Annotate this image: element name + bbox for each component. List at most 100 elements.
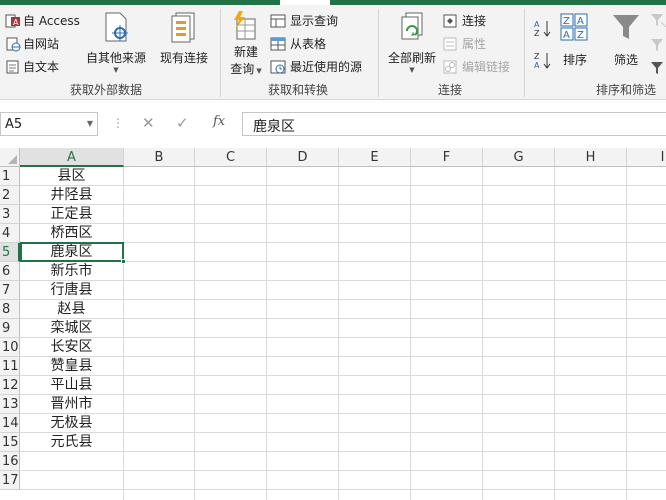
reapply-button[interactable] [650,37,666,53]
cell-a9[interactable]: 栾城区 [20,319,123,338]
connections-label: 连接 [462,14,487,28]
row-header-9[interactable]: 9 [0,319,20,338]
cell-a8[interactable]: 赵县 [20,300,123,319]
row-header-17[interactable]: 17 [0,471,20,490]
new-query-button[interactable]: 新建 查询 ▼ [226,11,266,77]
refresh-all-label: 全部刷新 [387,51,436,65]
row-header-8[interactable]: 8 [0,300,20,319]
from-web-button[interactable]: 自网站 [5,35,59,52]
cell-a6[interactable]: 新乐市 [20,262,123,281]
edit-links-label: 编辑链接 [462,60,511,74]
recent-sources-icon [270,60,286,73]
cell-a11[interactable]: 赞皇县 [20,357,123,376]
svg-text:A: A [534,61,540,69]
filter-icon [613,15,639,39]
ribbon-separator [220,9,221,97]
cell-a14[interactable]: 无极县 [20,414,123,433]
row-header-14[interactable]: 14 [0,414,20,433]
row-header-6[interactable]: 6 [0,262,20,281]
row-header-12[interactable]: 12 [0,376,20,395]
svg-text:Z: Z [534,52,540,61]
column-header-c[interactable]: C [195,148,267,167]
svg-text:Z: Z [534,29,540,37]
row-header-2[interactable]: 2 [0,186,20,205]
column-gridline [626,167,627,500]
column-header-f[interactable]: F [411,148,483,167]
edit-links-icon [443,60,457,73]
insert-function-icon[interactable]: fx [213,114,225,129]
refresh-icon [401,12,423,40]
column-header-e[interactable]: E [339,148,411,167]
sort-button[interactable]: Z A A Z 排序 [558,13,592,68]
cell-a3[interactable]: 正定县 [20,205,123,224]
row-header-7[interactable]: 7 [0,281,20,300]
clear-filter-icon [651,14,666,28]
cell-a1[interactable]: 县区 [20,167,123,186]
sort-dialog-icon: Z A A Z [560,13,588,41]
row-header-1[interactable]: 1 [0,167,20,186]
row-header-13[interactable]: 13 [0,395,20,414]
from-other-sources-button[interactable]: 自其他来源 ▼ [84,11,148,74]
new-query-label-2: 查询 ▼ [230,62,262,76]
name-box[interactable]: A5 ▼ [0,112,98,136]
column-header-i[interactable]: I [627,148,666,167]
cell-a4[interactable]: 桥西区 [20,224,123,243]
refresh-all-button[interactable]: 全部刷新 ▼ [384,11,440,74]
cell-a15[interactable]: 元氏县 [20,433,123,452]
cell-a10[interactable]: 长安区 [20,338,123,357]
cancel-icon[interactable]: ✕ [142,114,155,132]
cell-a17[interactable] [20,471,123,490]
row-header-10[interactable]: 10 [0,338,20,357]
show-queries-label: 显示查询 [290,14,339,28]
properties-label: 属性 [462,37,487,51]
cell-a13[interactable]: 晋州市 [20,395,123,414]
connections-button[interactable]: 连接 [442,12,486,29]
from-table-button[interactable]: 从表格 [270,35,326,52]
worksheet-grid[interactable]: ABCDEFGHI 1 2 3 4 5 6 7 8 9 10 11 12 13 14 15 16 17 县区 井陉… [0,148,666,500]
chevron-down-icon[interactable]: ▼ [87,119,93,128]
properties-button[interactable]: 属性 [442,35,486,52]
cell-a16[interactable] [20,452,123,471]
text-file-icon [6,60,19,73]
row-header-3[interactable]: 3 [0,205,20,224]
column-gridline [410,167,411,500]
svg-text:Z: Z [577,30,584,41]
formula-input[interactable]: 鹿泉区 [242,112,666,136]
row-header-15[interactable]: 15 [0,433,20,452]
column-header-a[interactable]: A [20,148,124,167]
fill-handle[interactable] [121,259,126,264]
cell-a7[interactable]: 行唐县 [20,281,123,300]
clear-filter-button[interactable] [650,12,666,28]
enter-icon[interactable]: ✓ [176,114,189,132]
group-label-get-transform: 获取和转换 [268,83,329,97]
column-header-h[interactable]: H [555,148,627,167]
formula-bar: A5 ▼ ⋮ ✕ ✓ fx 鹿泉区 [0,100,666,148]
column-header-d[interactable]: D [267,148,339,167]
edit-links-button[interactable]: 编辑链接 [442,58,510,75]
existing-connections-button[interactable]: 现有连接 [156,11,212,66]
from-text-button[interactable]: 自文本 [5,58,59,75]
column-header-b[interactable]: B [124,148,195,167]
svg-text:A: A [563,30,570,41]
existing-connections-icon [171,12,195,43]
cell-a2[interactable]: 井陉县 [20,186,123,205]
filter-button[interactable]: 筛选 [608,13,644,68]
active-cell-selection[interactable] [20,242,126,264]
sort-descending-button[interactable]: Z A [534,51,552,69]
group-label-sort-filter: 排序和筛选 [596,83,657,97]
select-all-button[interactable] [0,148,20,167]
cell-a12[interactable]: 平山县 [20,376,123,395]
new-query-label-1: 新建 [233,45,258,59]
advanced-filter-button[interactable] [650,60,666,76]
group-label-connections: 连接 [438,83,463,97]
formula-bar-grip[interactable]: ⋮ [112,116,124,130]
row-header-5[interactable]: 5 [0,243,20,262]
sort-ascending-button[interactable]: A Z [534,19,552,37]
row-header-4[interactable]: 4 [0,224,20,243]
recent-sources-button[interactable]: 最近使用的源 [270,58,362,75]
row-header-16[interactable]: 16 [0,452,20,471]
row-header-11[interactable]: 11 [0,357,20,376]
from-access-button[interactable]: A 自 Access [5,12,80,29]
show-queries-button[interactable]: 显示查询 [270,12,338,29]
column-header-g[interactable]: G [483,148,555,167]
